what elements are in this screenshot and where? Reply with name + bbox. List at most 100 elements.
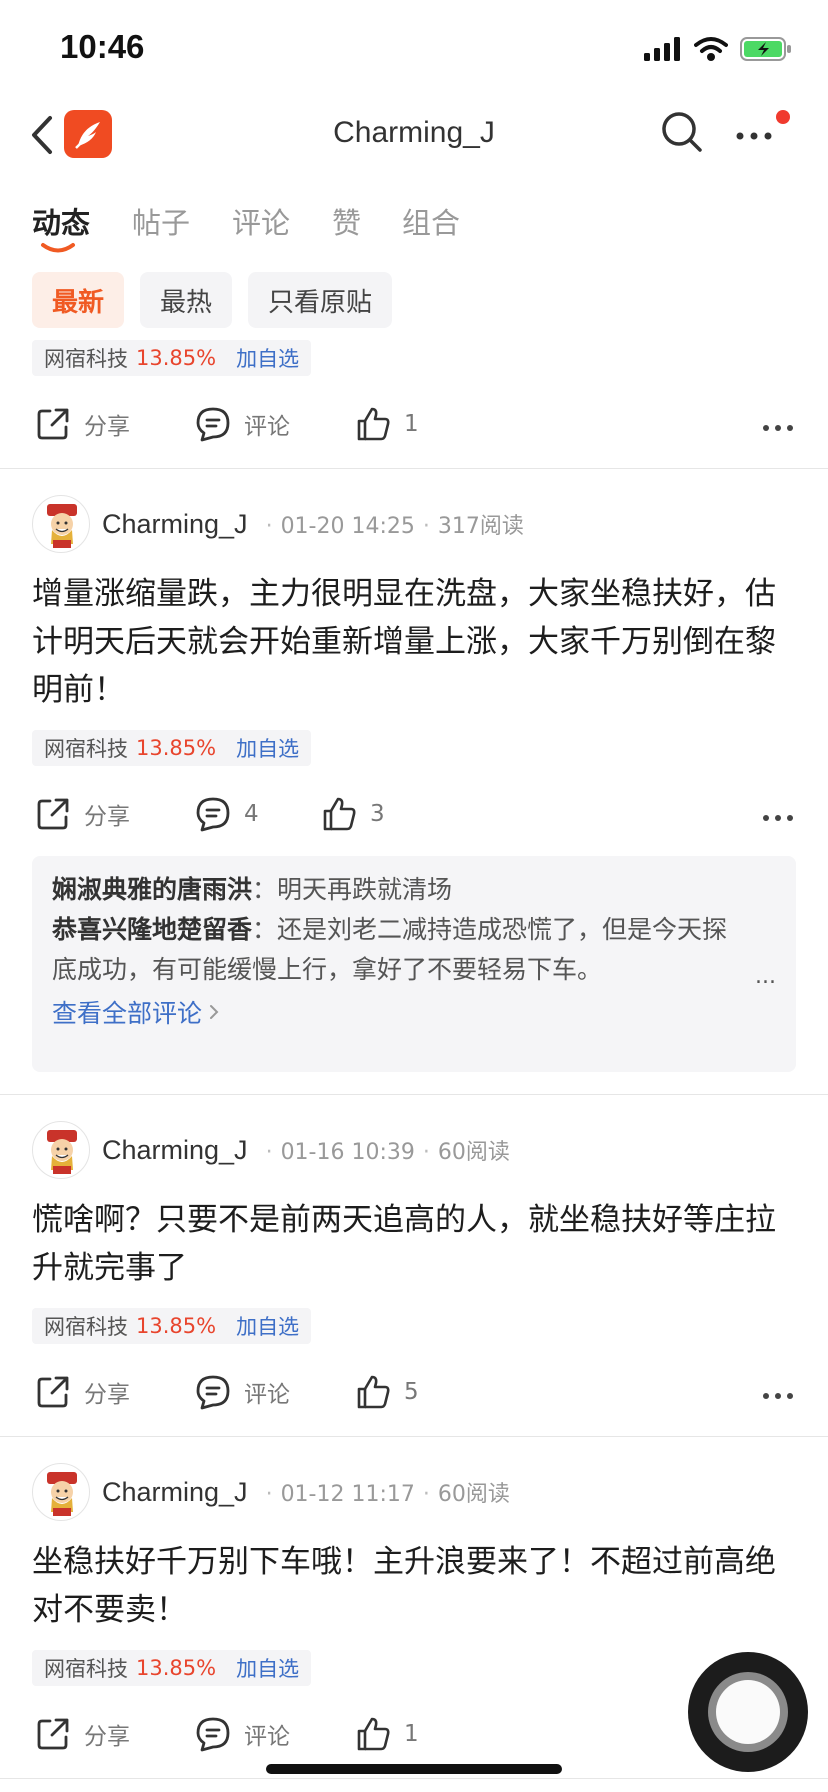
floating-button-core (716, 1680, 780, 1744)
active-tab-indicator (41, 243, 75, 253)
comment-icon (196, 407, 230, 442)
like-button[interactable]: 5 (354, 1370, 419, 1414)
post-actions: 分享 4 3 (0, 792, 828, 836)
tab-bar: 动态 帖子 评论 赞 组合 (0, 188, 828, 268)
post-content[interactable]: 增量涨缩量跌，主力很明显在洗盘，大家坐稳扶好，估计明天后天就会开始重新增量上涨，… (32, 570, 792, 714)
comment-item[interactable]: 恭喜兴隆地楚留香：还是刘老二减持造成恐慌了，但是今天探底成功，有可能缓慢上行，拿… (52, 910, 776, 990)
share-button[interactable]: 分享 (34, 1370, 130, 1414)
share-label: 分享 (84, 1382, 130, 1408)
notification-dot (776, 110, 790, 124)
avatar[interactable] (32, 1463, 90, 1521)
tab-comments[interactable]: 评论 (232, 200, 290, 242)
chevron-right-icon (210, 1005, 219, 1019)
share-button[interactable]: 分享 (34, 792, 130, 836)
add-watchlist-link[interactable]: 加自选 (236, 1311, 299, 1341)
comment-button[interactable]: 评论 (194, 1370, 290, 1414)
thumbs-up-icon (357, 1375, 390, 1409)
thumbs-up-icon (357, 407, 390, 441)
like-count: 3 (370, 801, 385, 827)
read-count: 60阅读 (437, 1140, 510, 1165)
view-all-comments-link[interactable]: 查看全部评论 (52, 994, 776, 1030)
thumbs-up-icon (357, 1717, 390, 1751)
avatar-icon (47, 1130, 77, 1174)
add-watchlist-link[interactable]: 加自选 (236, 343, 299, 373)
comment-label: 评论 (244, 414, 290, 440)
comment-icon (196, 1717, 230, 1752)
comment-label: 评论 (244, 1382, 290, 1408)
divider (0, 1094, 828, 1095)
filter-chips: 最新 最热 只看原贴 (32, 272, 393, 328)
comment-count: 4 (244, 801, 259, 827)
comment-item[interactable]: 娴淑典雅的唐雨洪：明天再跌就清场 (52, 870, 776, 910)
post-meta: · 01-16 10:39 · 60阅读 (265, 1140, 510, 1165)
avatar[interactable] (32, 1121, 90, 1179)
tab-likes[interactable]: 赞 (332, 200, 361, 242)
signal-icon (644, 37, 680, 61)
share-icon (37, 408, 69, 440)
post-header: Charming_J · 01-20 14:25 · 317阅读 (32, 494, 524, 554)
author-name[interactable]: Charming_J (102, 1477, 248, 1508)
author-name[interactable]: Charming_J (102, 1135, 248, 1166)
add-watchlist-link[interactable]: 加自选 (236, 1653, 299, 1683)
post-header: Charming_J · 01-12 11:17 · 60阅读 (32, 1462, 510, 1522)
comment-icon (196, 797, 230, 832)
search-icon[interactable] (658, 108, 706, 156)
stock-tag[interactable]: 网宿科技 13.85% 加自选 (32, 1650, 312, 1686)
wifi-icon (694, 37, 728, 61)
share-label: 分享 (84, 414, 130, 440)
comment-button[interactable]: 4 (194, 792, 259, 836)
tab-posts[interactable]: 帖子 (132, 200, 190, 242)
more-icon[interactable] (760, 1374, 796, 1410)
share-button[interactable]: 分享 (34, 402, 130, 446)
stock-name: 网宿科技 (44, 1315, 128, 1339)
stock-tag[interactable]: 网宿科技 13.85% 加自选 (32, 1308, 312, 1344)
more-icon[interactable] (760, 406, 796, 442)
divider (0, 468, 828, 469)
filter-original-only[interactable]: 只看原贴 (248, 272, 393, 328)
avatar-icon (47, 1472, 77, 1516)
more-icon[interactable] (760, 796, 796, 832)
post-content[interactable]: 坐稳扶好千万别下车哦！主升浪要来了！不超过前高绝对不要卖！ (32, 1538, 792, 1634)
post-meta: · 01-20 14:25 · 317阅读 (265, 514, 524, 539)
stock-name: 网宿科技 (44, 1657, 128, 1681)
stock-change: 13.85% (136, 1314, 217, 1338)
thumbs-up-icon (323, 797, 356, 831)
like-button[interactable]: 1 (354, 1712, 419, 1756)
post-header: Charming_J · 01-16 10:39 · 60阅读 (32, 1120, 510, 1180)
stock-tag[interactable]: 网宿科技 13.85% 加自选 (32, 730, 312, 766)
read-count: 317阅读 (437, 514, 524, 539)
comment-button[interactable]: 评论 (194, 402, 290, 446)
divider (0, 1778, 828, 1779)
author-name[interactable]: Charming_J (102, 509, 248, 540)
avatar-icon (47, 504, 77, 548)
avatar[interactable] (32, 495, 90, 553)
stock-tag[interactable]: 网宿科技 13.85% 加自选 (32, 340, 312, 376)
comment-user[interactable]: 娴淑典雅的唐雨洪 (52, 875, 252, 904)
like-count: 5 (404, 1379, 419, 1405)
tab-portfolio[interactable]: 组合 (402, 200, 460, 242)
add-watchlist-link[interactable]: 加自选 (236, 733, 299, 763)
post-content[interactable]: 慌啥啊？只要不是前两天追高的人，就坐稳扶好等庄拉升就完事了 (32, 1196, 792, 1292)
filter-hottest[interactable]: 最热 (140, 272, 233, 328)
comment-user[interactable]: 恭喜兴隆地楚留香 (52, 915, 252, 944)
share-button[interactable]: 分享 (34, 1712, 130, 1756)
post-date: 01-16 10:39 (280, 1140, 415, 1165)
comments-preview: 娴淑典雅的唐雨洪：明天再跌就清场 恭喜兴隆地楚留香：还是刘老二减持造成恐慌了，但… (32, 856, 796, 1072)
post-actions: 分享 评论 5 (0, 1370, 828, 1414)
stock-name: 网宿科技 (44, 347, 128, 371)
tab-dynamics[interactable]: 动态 (32, 200, 90, 242)
read-count: 60阅读 (437, 1482, 510, 1507)
stock-change: 13.85% (136, 736, 217, 760)
nav-bar: Charming_J (0, 96, 828, 188)
more-options-icon[interactable] (730, 114, 782, 154)
filter-latest[interactable]: 最新 (32, 272, 125, 328)
home-indicator[interactable] (266, 1764, 562, 1774)
like-button[interactable]: 3 (320, 792, 385, 836)
share-label: 分享 (84, 804, 130, 830)
post-date: 01-12 11:17 (280, 1482, 415, 1507)
floating-button[interactable] (688, 1652, 808, 1772)
comment-button[interactable]: 评论 (194, 1712, 290, 1756)
like-count: 1 (404, 411, 419, 437)
like-button[interactable]: 1 (354, 402, 419, 446)
battery-icon (740, 37, 791, 61)
